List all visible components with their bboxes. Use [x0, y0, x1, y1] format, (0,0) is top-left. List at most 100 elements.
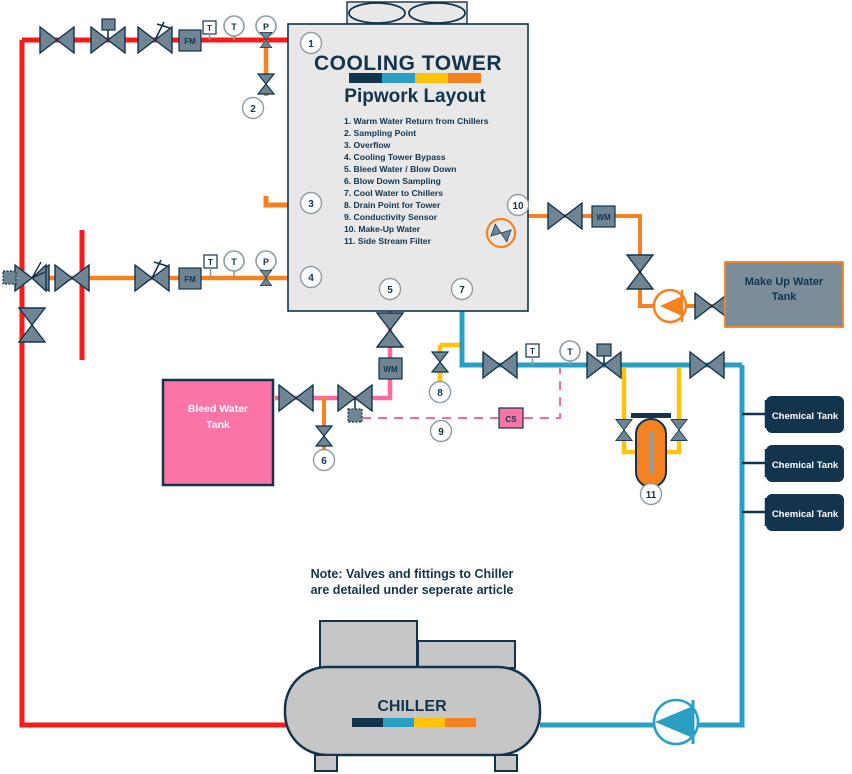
callout-label: 7 — [459, 285, 465, 296]
bleed-water-tank-label-2: Tank — [206, 419, 230, 431]
temp-gauge-label: T — [231, 257, 237, 267]
legend-item: 3. Overflow — [344, 140, 391, 150]
valve-angle-stem-2[interactable] — [134, 259, 170, 292]
legend-item: 4. Cooling Tower Bypass — [344, 152, 446, 162]
valve-make-up-1[interactable] — [547, 202, 583, 230]
callout-2: 2 — [241, 96, 265, 120]
pressure-gauge-label: P — [263, 22, 269, 32]
flow-meter-2: FM — [178, 267, 202, 290]
callout-label: 2 — [250, 104, 256, 115]
callout-5: 5 — [378, 277, 402, 301]
legend-item: 11. Side Stream Filter — [344, 236, 432, 246]
valve-blow-down-sampling[interactable] — [315, 425, 333, 447]
side-stream-filter-vessel — [631, 413, 671, 488]
callout-label: 1 — [308, 39, 314, 50]
chiller-colorbar — [352, 718, 476, 727]
chemical-tank-2: Chemical Tank — [766, 445, 844, 482]
chemical-tank-3: Chemical Tank — [766, 494, 844, 531]
thermowell-label: T — [207, 24, 212, 33]
callout-8: 8 — [428, 380, 452, 404]
legend-item: 7. Cool Water to Chillers — [344, 188, 443, 198]
legend-item: 2. Sampling Point — [344, 128, 416, 138]
callout-10: 10 — [506, 193, 530, 217]
callout-label: 5 — [387, 285, 393, 296]
thermowell-2: T — [203, 254, 218, 278]
valve-drain-point[interactable] — [431, 351, 449, 373]
callout-label: 9 — [438, 427, 444, 438]
pressure-gauge-2: P — [255, 250, 277, 286]
water-meter-label: WM — [596, 213, 611, 222]
callout-label: 10 — [512, 201, 524, 212]
thermowell-label: T — [530, 347, 535, 356]
water-meter-make-up: WM — [591, 205, 616, 228]
valve-3way-junction[interactable] — [2, 261, 50, 293]
valve-cool-water-2[interactable] — [689, 351, 725, 379]
bleed-water-tank: Bleed Water Tank — [161, 378, 275, 487]
callout-label: 8 — [437, 388, 443, 399]
temp-gauge-1: T — [223, 15, 245, 40]
valve-actuated-cool-water[interactable] — [586, 343, 622, 379]
chiller-label: CHILLER — [377, 698, 447, 715]
float-valve-make-up — [485, 217, 517, 249]
temp-gauge-2: T — [223, 250, 245, 278]
valve-bleed-water[interactable] — [376, 312, 404, 348]
bleed-water-tank-label-1: Bleed Water — [188, 403, 248, 415]
make-up-water-tank-label-1: Make Up Water — [745, 276, 824, 288]
valve-actuated-1[interactable] — [90, 18, 126, 54]
temp-gauge-label: T — [231, 22, 237, 32]
legend-item: 6. Blow Down Sampling — [344, 176, 441, 186]
legend-item: 1. Warm Water Return from Chillers — [344, 116, 489, 126]
callout-4: 4 — [299, 265, 323, 289]
callout-9: 9 — [429, 419, 453, 443]
pressure-gauge-1: P — [255, 15, 277, 48]
flow-meter-label: FM — [184, 275, 196, 284]
thermowell-label: T — [208, 258, 213, 267]
temp-gauge-3: T — [559, 340, 581, 365]
legend-item: 9. Conductivity Sensor — [344, 212, 438, 222]
valve-filter-outlet[interactable] — [670, 419, 688, 441]
cooling-tower-diagram: COOLING TOWER Pipwork Layout 1. Warm Wat… — [0, 0, 852, 774]
chiller-note-line-2: are detailed under seperate article — [311, 583, 514, 597]
temp-gauge-label: T — [567, 347, 573, 357]
valve-filter-inlet[interactable] — [615, 419, 633, 441]
tower-title: COOLING TOWER — [314, 52, 502, 75]
legend-item: 10. Make-Up Water — [344, 224, 421, 234]
valve-isolation-2[interactable] — [54, 264, 90, 292]
callout-3: 3 — [299, 191, 323, 215]
make-up-water-tank: Make Up Water Tank — [724, 261, 844, 328]
callout-label: 4 — [308, 273, 314, 284]
chemical-tank-label: Chemical Tank — [772, 509, 839, 520]
callout-11: 11 — [639, 482, 663, 506]
valve-isolation-1[interactable] — [39, 26, 75, 54]
pipe-overflow — [263, 196, 290, 208]
tower-subtitle: Pipwork Layout — [344, 86, 486, 107]
callout-label: 3 — [308, 199, 314, 210]
conductivity-sensor-label: CS — [505, 415, 517, 424]
callout-label: 11 — [646, 490, 657, 501]
chiller-unit: CHILLER — [283, 620, 542, 772]
chemical-tank-label: Chemical Tank — [772, 460, 839, 471]
tower-colorbar — [349, 73, 481, 83]
chemical-tank-1: Chemical Tank — [766, 396, 844, 433]
water-meter-label: WM — [383, 365, 398, 374]
valve-actuated-bleed[interactable] — [337, 384, 373, 423]
chemical-tank-label: Chemical Tank — [772, 411, 839, 422]
valve-make-up-2[interactable] — [626, 254, 654, 290]
legend-item: 8. Drain Point for Tower — [344, 200, 441, 210]
valve-sampling-2[interactable] — [257, 73, 275, 95]
flow-meter-label: FM — [184, 37, 196, 46]
pressure-gauge-label: P — [263, 257, 269, 267]
pipe-bleed-water — [275, 306, 393, 401]
thermowell-1: T — [202, 20, 217, 40]
callout-label: 6 — [321, 456, 327, 467]
pump-make-up-water — [652, 288, 688, 324]
valve-isolation-bleed[interactable] — [278, 384, 314, 412]
pipe-drain-point — [437, 342, 462, 382]
valve-cool-water-1[interactable] — [482, 351, 518, 379]
callout-1: 1 — [299, 31, 323, 55]
chiller-note-line-1: Note: Valves and fittings to Chiller — [311, 567, 514, 581]
make-up-water-tank-label-2: Tank — [772, 291, 798, 303]
thermowell-3: T — [525, 343, 540, 365]
conductivity-sensor: CS — [498, 407, 524, 429]
valve-make-up-3[interactable] — [694, 292, 730, 320]
